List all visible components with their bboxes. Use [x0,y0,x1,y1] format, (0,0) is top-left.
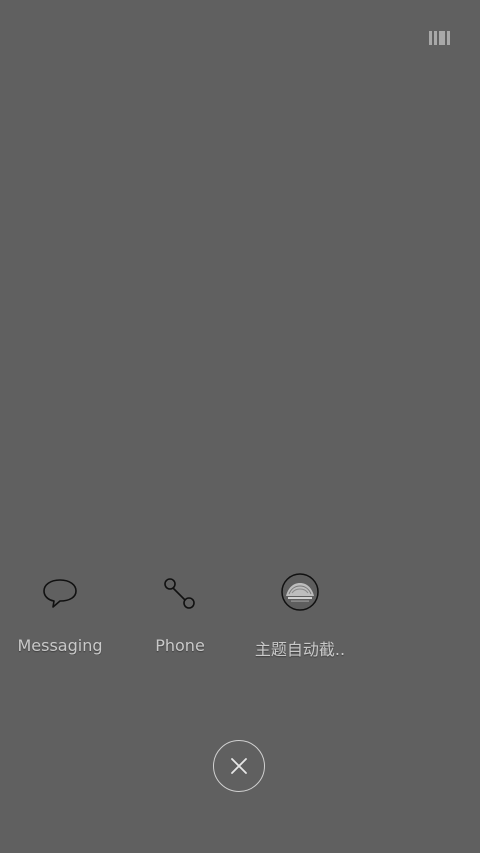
app-label-messaging: Messaging [17,636,103,655]
close-icon [231,758,247,774]
phone-handset-icon [164,578,195,609]
app-label-theme-screenshot: 主题自动截.. [254,640,346,659]
app-switcher-overlay: Messaging Phone 主题自动截.. [0,0,480,853]
app-messaging[interactable]: Messaging [0,566,120,666]
menu-bars-icon[interactable] [428,28,454,48]
app-phone[interactable]: Phone [120,566,240,666]
recent-apps-row: Messaging Phone 主题自动截.. [0,566,480,666]
app-label-phone: Phone [155,636,205,655]
app-theme-screenshot[interactable]: 主题自动截.. [240,566,360,666]
close-button[interactable] [213,740,265,792]
theme-screenshot-icon [281,573,319,611]
speech-bubble-icon [43,579,77,608]
